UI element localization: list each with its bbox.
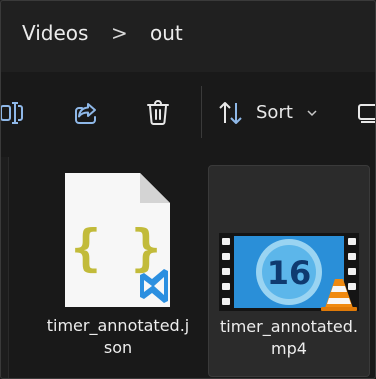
file-name-line: son <box>103 338 133 357</box>
file-view[interactable]: { } timer_annotated.j son 16 timer_annot… <box>0 157 376 379</box>
sort-label: Sort <box>256 102 293 123</box>
file-name: timer_annotated. mp4 <box>209 316 369 360</box>
file-name: timer_annotated.j son <box>38 315 198 359</box>
rename-button[interactable] <box>0 90 26 136</box>
view-button[interactable] <box>355 90 376 136</box>
video-file-icon: 16 <box>209 166 369 316</box>
trash-icon <box>147 100 169 125</box>
json-file-icon: { } <box>38 165 198 315</box>
share-button[interactable] <box>65 90 107 136</box>
file-name-line: mp4 <box>271 339 307 358</box>
view-icon <box>358 104 376 123</box>
navigation-pane-edge <box>0 157 9 379</box>
breadcrumb-separator[interactable]: > <box>111 20 128 46</box>
file-name-line: timer_annotated. <box>219 317 359 336</box>
file-tile-mp4[interactable]: 16 timer_annotated. mp4 <box>208 165 370 377</box>
breadcrumb-item-out[interactable]: out <box>150 20 183 46</box>
chevron-down-icon <box>307 110 317 117</box>
breadcrumb-item-videos[interactable]: Videos <box>22 20 88 46</box>
thumbnail-number: 16 <box>267 254 312 292</box>
delete-button[interactable] <box>137 90 179 136</box>
rename-icon <box>0 102 23 124</box>
toolbar-divider <box>201 86 202 138</box>
sort-arrows-icon <box>219 102 242 124</box>
file-name-line: timer_annotated.j <box>46 316 190 335</box>
share-icon <box>75 103 96 124</box>
sort-button[interactable]: Sort <box>218 90 326 136</box>
command-bar: Sort <box>0 72 376 157</box>
address-bar[interactable]: Videos > out <box>0 0 376 72</box>
svg-text:{ }: { } <box>71 219 161 277</box>
file-tile-json[interactable]: { } timer_annotated.j son <box>38 165 198 377</box>
